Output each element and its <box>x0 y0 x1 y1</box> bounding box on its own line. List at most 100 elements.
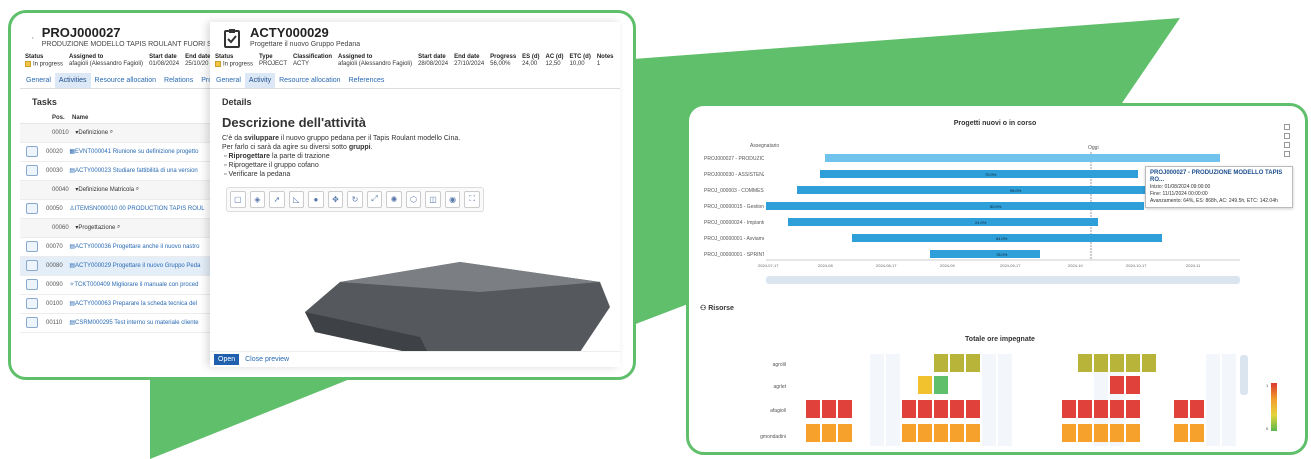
table-row-selected[interactable]: 00080 ▤ ACTY000029 Progettare il nuovo G… <box>20 256 220 276</box>
open-row-button[interactable] <box>26 298 38 310</box>
tab-activity[interactable]: Activity <box>244 72 276 88</box>
heatmap-cell[interactable] <box>918 424 932 442</box>
export-icon[interactable] <box>1284 151 1290 157</box>
table-row[interactable]: 00030 ▤ ACTY000023 Studiare fattibilità … <box>20 162 220 181</box>
open-row-button[interactable] <box>26 279 38 291</box>
heatmap-cell[interactable] <box>1078 354 1092 372</box>
heatmap-cell[interactable] <box>1094 424 1108 442</box>
heatmap-cell[interactable] <box>966 424 980 442</box>
heatmap-cell[interactable] <box>950 400 964 418</box>
heatmap-cell[interactable] <box>822 400 836 418</box>
download-icon[interactable] <box>1284 133 1290 139</box>
end-date-value: 25/10/20 <box>185 61 209 68</box>
heatmap-cell[interactable] <box>1142 354 1156 372</box>
heatmap-scrollbar[interactable] <box>1240 355 1248 395</box>
3d-model-viewport[interactable] <box>280 252 620 367</box>
fullscreen-icon[interactable]: ⛶ <box>464 190 480 208</box>
close-preview-button[interactable]: Close preview <box>245 356 289 363</box>
tab-references[interactable]: References <box>345 73 389 88</box>
open-row-button[interactable] <box>26 260 38 272</box>
heatmap-cell[interactable] <box>934 424 948 442</box>
tab-activities[interactable]: Activities <box>54 72 91 88</box>
table-row[interactable]: 00100 ▤ ACTY000063 Preparare la scheda t… <box>20 295 220 314</box>
tab-resource-allocation[interactable]: Resource allocation <box>91 73 160 88</box>
table-row[interactable]: 00110 ▤ CSRM000295 Test interno su mater… <box>20 314 220 333</box>
heatmap-cell[interactable] <box>1174 424 1188 442</box>
open-row-button[interactable] <box>26 165 38 177</box>
heatmap-cell[interactable] <box>1110 354 1124 372</box>
heatmap-cell[interactable] <box>1078 424 1092 442</box>
heatmap-cell[interactable] <box>918 400 932 418</box>
heatmap-cell[interactable] <box>934 376 948 394</box>
heatmap-cell[interactable] <box>1062 400 1076 418</box>
open-row-button[interactable] <box>26 317 38 329</box>
table-row[interactable]: 00090 ✧ TCKT000409 Migliorare il manuale… <box>20 276 220 295</box>
heatmap-cell[interactable] <box>934 400 948 418</box>
heatmap-cell[interactable] <box>1110 400 1124 418</box>
heatmap-cell[interactable] <box>1190 424 1204 442</box>
ruler-icon[interactable]: ◺ <box>288 190 305 208</box>
expand-icon[interactable]: ⤢ <box>366 190 383 208</box>
gantt-bar[interactable] <box>820 170 1138 178</box>
cursor-icon[interactable]: ➚ <box>269 190 285 208</box>
heatmap-cell[interactable] <box>902 424 916 442</box>
heatmap-cell[interactable] <box>1110 424 1124 442</box>
table-row[interactable]: 00010 ▾ Definizione ⌕ <box>20 123 220 143</box>
heatmap-cell[interactable] <box>934 354 948 372</box>
heatmap-cell[interactable] <box>1126 400 1140 418</box>
layers-icon[interactable]: ◈ <box>249 190 266 208</box>
camera-icon[interactable]: ◉ <box>444 190 461 208</box>
heatmap-cell[interactable] <box>966 354 980 372</box>
table-row[interactable]: 00060 ▾ Progettazione ⌕ <box>20 218 220 238</box>
heatmap-cell[interactable] <box>806 400 820 418</box>
open-button[interactable]: Open <box>214 354 240 365</box>
heatmap-cell[interactable] <box>838 400 852 418</box>
assigned-value: afagioli (Alessandro Fagioli) <box>69 61 144 68</box>
table-row[interactable]: 00050 ♙ ITEMSN000010 00 PRODUCTION TAPIS… <box>20 200 220 219</box>
table-row[interactable]: 00040 ▾ Definizione Matricola ⌕ <box>20 180 220 200</box>
table-row[interactable]: 00020 ▦ EVNT000041 Riunione su definizio… <box>20 143 220 162</box>
section-icon[interactable]: ◫ <box>425 190 441 208</box>
gantt-bar[interactable] <box>766 202 1144 210</box>
move-icon[interactable]: ✥ <box>327 190 344 208</box>
copy-icon[interactable] <box>1284 142 1290 148</box>
heatmap-cell[interactable] <box>806 424 820 442</box>
tab-relations[interactable]: Relations <box>160 73 197 88</box>
heatmap-cell[interactable] <box>1078 400 1092 418</box>
gantt-bar[interactable] <box>930 250 1040 258</box>
heatmap-cell[interactable] <box>950 354 964 372</box>
tab-resource-allocation[interactable]: Resource allocation <box>275 73 344 88</box>
file-icon[interactable]: ▢ <box>230 190 246 208</box>
explode-icon[interactable]: ✺ <box>386 190 402 208</box>
rotate-icon[interactable]: ↻ <box>347 190 363 208</box>
activity-tabs: General Activity Resource allocation Ref… <box>210 72 620 89</box>
heatmap-cell[interactable] <box>1062 424 1076 442</box>
tab-general[interactable]: General <box>22 73 55 88</box>
table-row[interactable]: 00070 ▤ ACTY000036 Progettare anche il n… <box>20 238 220 257</box>
heatmap-cell[interactable] <box>1126 354 1140 372</box>
open-row-button[interactable] <box>26 146 38 158</box>
heatmap-cell[interactable] <box>838 424 852 442</box>
gantt-bar[interactable] <box>797 186 1145 194</box>
heatmap-cell[interactable] <box>1094 400 1108 418</box>
heatmap-cell[interactable] <box>822 424 836 442</box>
comment-icon[interactable]: ● <box>308 190 324 208</box>
heatmap-cell[interactable] <box>1110 376 1124 394</box>
heatmap-cell[interactable] <box>950 424 964 442</box>
heatmap-cell[interactable] <box>1190 400 1204 418</box>
gantt-bar[interactable] <box>825 154 1220 162</box>
heatmap-cell[interactable] <box>966 400 980 418</box>
open-row-button[interactable] <box>26 203 38 215</box>
cube-icon[interactable]: ⬡ <box>405 190 422 208</box>
menu-icon[interactable] <box>1284 124 1290 130</box>
heatmap-cell[interactable] <box>1094 354 1108 372</box>
gantt-bar[interactable] <box>788 218 1098 226</box>
heatmap-cell[interactable] <box>902 400 916 418</box>
heatmap-cell[interactable] <box>1126 376 1140 394</box>
open-row-button[interactable] <box>26 241 38 253</box>
heatmap-cell[interactable] <box>918 376 932 394</box>
heatmap-cell[interactable] <box>1174 400 1188 418</box>
heatmap-cell[interactable] <box>1126 424 1140 442</box>
tab-general[interactable]: General <box>212 73 245 88</box>
gantt-scrollbar[interactable] <box>766 276 1240 284</box>
